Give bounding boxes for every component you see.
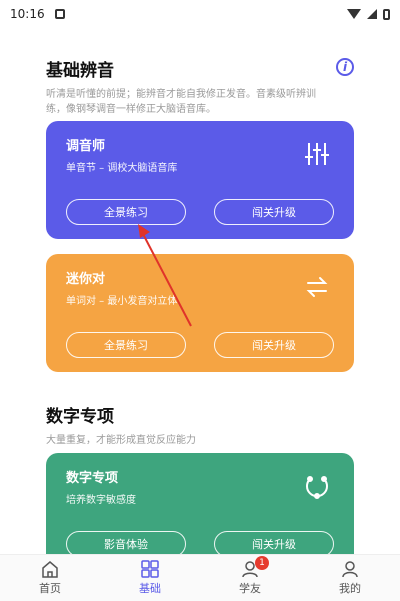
sliders-icon <box>305 143 329 165</box>
nav-friends[interactable]: 1 学友 <box>239 556 269 596</box>
basic-listening-section: 基础辨音 i 听清是听懂的前提；能辨音才能自我修正发音。音素级听辨训 练，像钢琴… <box>46 56 354 117</box>
nav-label: 首页 <box>39 582 61 595</box>
tuner-card[interactable]: 调音师 单音节 – 调校大脑语音库 全景练习 闯关升级 <box>46 121 354 239</box>
notification-badge: 1 <box>255 556 269 570</box>
level-up-button[interactable]: 闯关升级 <box>214 332 334 358</box>
card-subtitle: 单词对 – 最小发音对立体 <box>66 296 178 307</box>
section-desc-line2: 练，像钢琴调音一样修正大脑语音库。 <box>46 104 216 115</box>
signal-icon <box>367 9 377 19</box>
orbit-icon <box>306 476 328 499</box>
swap-arrows-icon <box>306 277 328 297</box>
nav-label: 我的 <box>339 582 361 595</box>
grid-icon <box>141 560 159 578</box>
section-desc-line1: 听清是听懂的前提；能辨音才能自我修正发音。音素级听辨训 <box>46 89 316 100</box>
nav-home[interactable]: 首页 <box>39 560 61 596</box>
card-subtitle: 培养数字敏感度 <box>66 495 136 506</box>
card-title: 数字专项 <box>66 471 119 486</box>
nav-me[interactable]: 我的 <box>339 560 361 596</box>
home-icon <box>42 561 58 578</box>
notification-icon <box>54 9 65 19</box>
card-subtitle: 单音节 – 调校大脑语音库 <box>66 163 178 174</box>
person-icon <box>342 561 358 578</box>
nav-label: 基础 <box>139 582 161 595</box>
section-desc: 大量重复，才能形成直觉反应能力 <box>46 435 196 446</box>
level-up-button[interactable]: 闯关升级 <box>214 199 334 225</box>
battery-icon <box>383 8 390 20</box>
card-title: 迷你对 <box>66 272 106 287</box>
nav-basic[interactable]: 基础 <box>139 560 161 596</box>
wifi-icon <box>347 9 361 19</box>
section-title: 数字专项 <box>46 407 114 427</box>
nav-label: 学友 <box>239 582 261 595</box>
info-icon[interactable]: i <box>336 58 354 76</box>
section-title: 基础辨音 <box>46 61 114 81</box>
minipair-card[interactable]: 迷你对 单词对 – 最小发音对立体 全景练习 闯关升级 <box>46 254 354 372</box>
status-bar: 10:16 <box>0 0 400 28</box>
numbers-section: 数字专项 大量重复，才能形成直觉反应能力 <box>46 402 354 448</box>
card-title: 调音师 <box>66 139 106 154</box>
bottom-nav: 首页 基础 1 学友 我的 <box>0 554 400 601</box>
panorama-practice-button[interactable]: 全景练习 <box>66 199 186 225</box>
panorama-practice-button[interactable]: 全景练习 <box>66 332 186 358</box>
status-time: 10:16 <box>10 7 45 21</box>
